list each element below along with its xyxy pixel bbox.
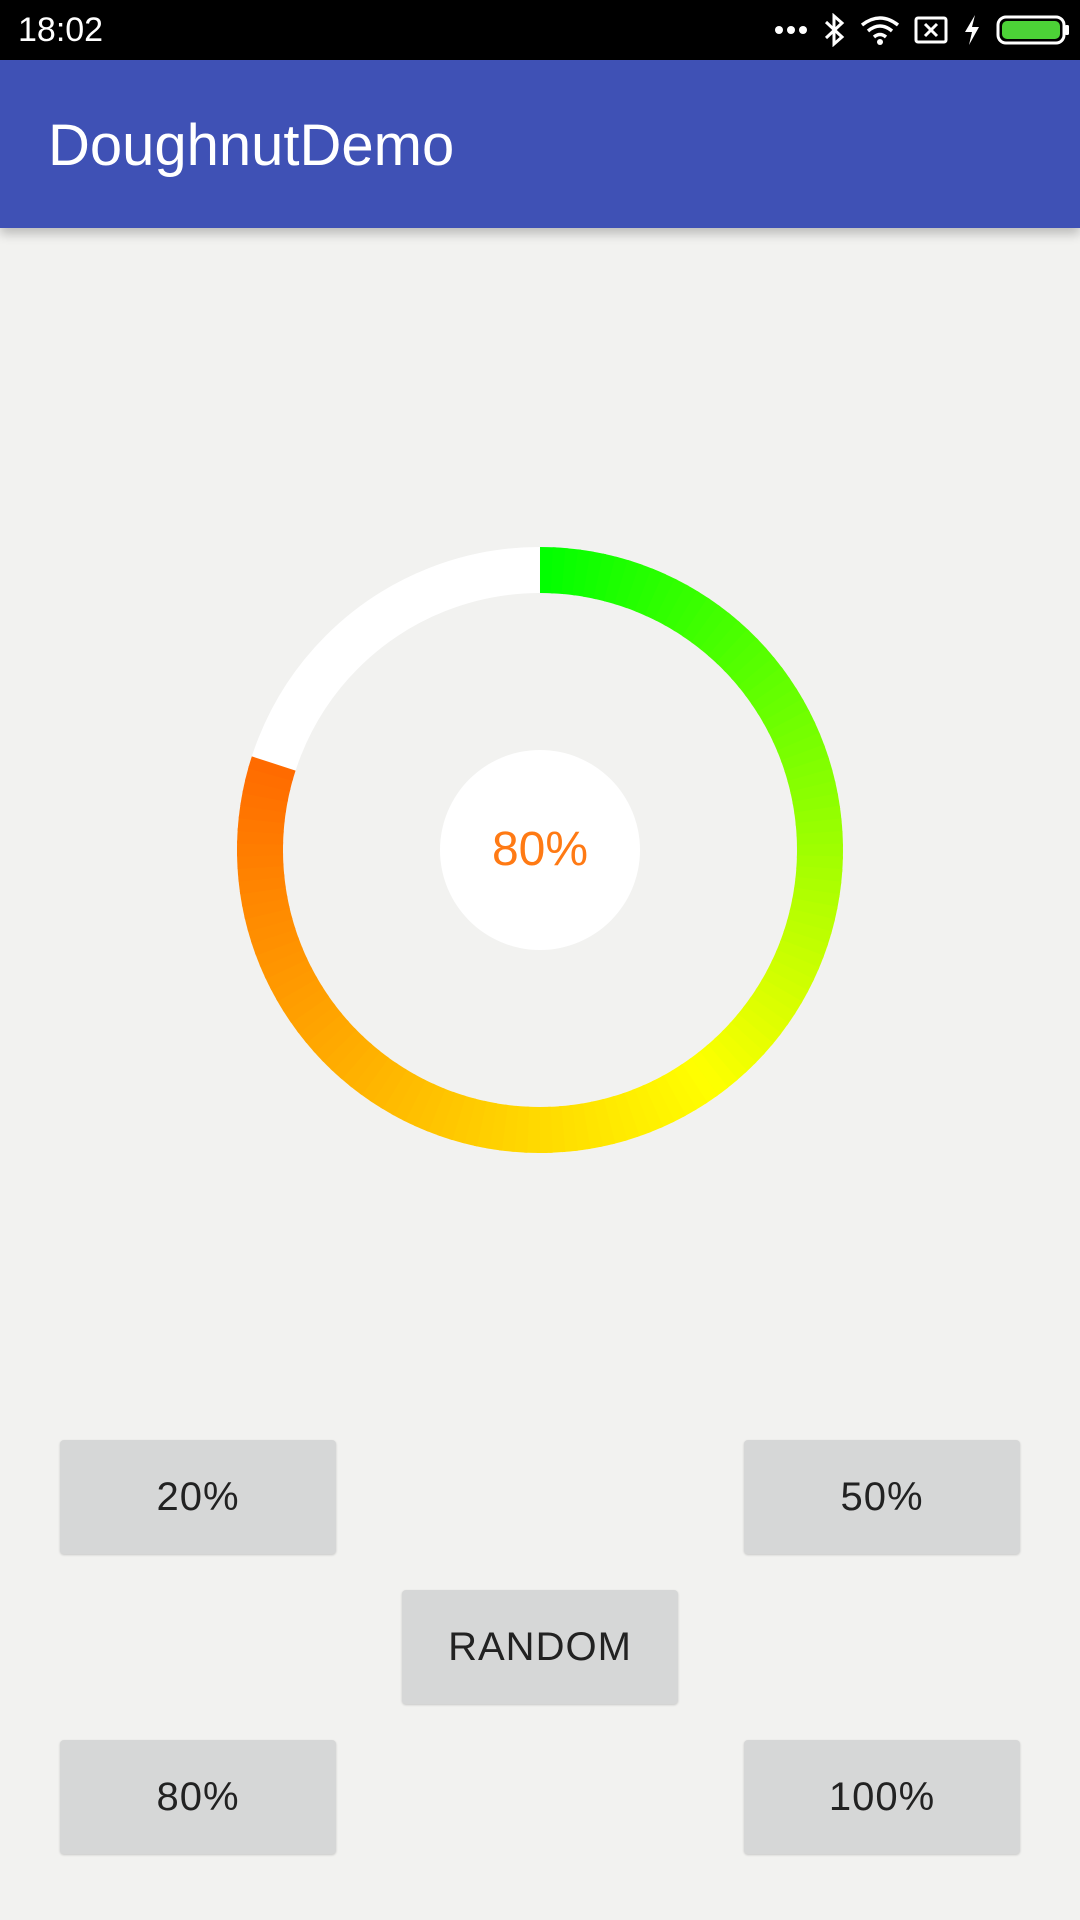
status-time: 18:02 (18, 11, 104, 49)
more-dots-icon (775, 26, 807, 34)
battery-icon (996, 15, 1069, 45)
set-20-button[interactable]: 20% (60, 1440, 336, 1554)
doughnut-progress: 80% (236, 546, 844, 1154)
bluetooth-icon (824, 13, 845, 47)
status-icons (774, 8, 1070, 52)
set-100-button[interactable]: 100% (744, 1740, 1020, 1854)
progress-label: 80% (491, 823, 589, 876)
set-80-button[interactable]: 80% (60, 1740, 336, 1854)
app-bar: DoughnutDemo (0, 60, 1080, 228)
app-title: DoughnutDemo (48, 113, 455, 178)
charging-icon (965, 15, 979, 45)
center-circle: 80% (440, 750, 640, 950)
progress-arc-segment (248, 756, 296, 781)
status-bar: 18:02 (0, 0, 1080, 60)
no-sim-icon (914, 16, 948, 44)
set-50-button[interactable]: 50% (744, 1440, 1020, 1554)
random-button[interactable]: RANDOM (402, 1590, 678, 1704)
wifi-icon (860, 16, 900, 45)
